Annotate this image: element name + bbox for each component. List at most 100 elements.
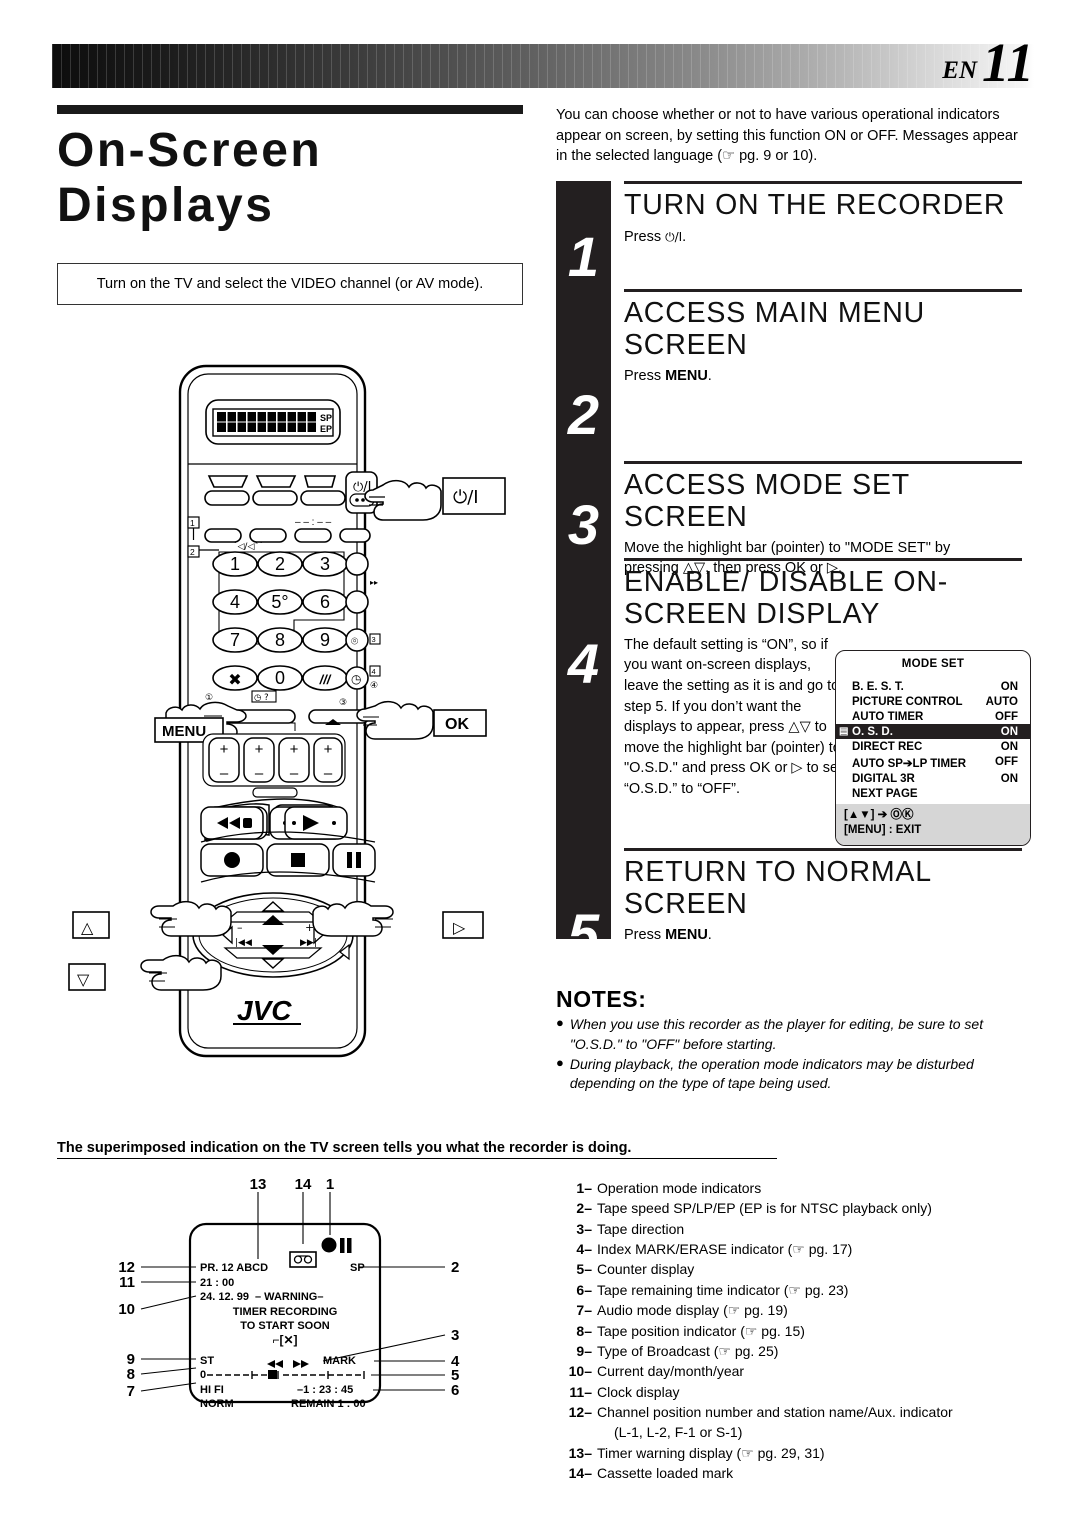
legend-number: 7– (576, 1302, 592, 1319)
mode-set-row-value: OFF (995, 755, 1018, 768)
osd-audio: HI FI (200, 1384, 224, 1396)
step-4: 4 ENABLE/ DISABLE ON-SCREEN DISPLAY The … (556, 558, 1034, 848)
osd-callout-10: 10 (118, 1301, 135, 1318)
notes-section: NOTES: ● When you use this recorder as t… (556, 986, 1034, 1093)
legend-number: 3– (576, 1220, 592, 1237)
legend-text: Timer warning display (☞ pg. 29, 31) (597, 1444, 825, 1461)
svg-text:+: + (255, 741, 264, 758)
step-3-number: 3 (567, 493, 600, 557)
svg-text:③: ③ (339, 698, 347, 708)
legend-number: 12– (568, 1403, 592, 1420)
mode-set-row-label: O. S. D. (852, 725, 893, 738)
step-5: 5 RETURN TO NORMAL SCREEN Press MENU. (556, 848, 1034, 968)
mode-set-row[interactable]: PICTURE CONTROL AUTO (836, 694, 1030, 709)
legend-text: Tape direction (597, 1220, 685, 1237)
callout-right-label: ▷ (453, 918, 466, 937)
left-column: On-Screen Displays Turn on the TV and se… (57, 105, 527, 306)
legend-text: Type of Broadcast (☞ pg. 25) (597, 1342, 779, 1359)
step-1-body: Press ⏻/I. (624, 222, 1034, 248)
callout-ok-label: OK (445, 716, 469, 733)
mode-set-row[interactable]: AUTO SP➔LP TIMER OFF (836, 754, 1030, 771)
menu-key-label: MENU (665, 926, 708, 943)
mode-set-title: MODE SET (901, 658, 965, 671)
bullet-icon: ● (556, 1015, 564, 1031)
legend-number: 1– (576, 1180, 592, 1196)
legend-item: 1– Operation mode indicators (558, 1178, 1058, 1198)
legend-number: 10– (568, 1363, 592, 1380)
hand-pointer-down (140, 954, 222, 991)
legend-number: 11– (569, 1383, 592, 1400)
callout-down-label: ▽ (77, 970, 90, 989)
remote-speed-sp: SP (320, 413, 332, 423)
mode-set-row-value: ON (1000, 772, 1018, 785)
callout-power-label: ⏻/I (453, 487, 479, 508)
note-text: During playback, the operation mode indi… (569, 1055, 974, 1092)
notes-title: NOTES: (556, 986, 647, 1013)
osd-callout-11: 11 (119, 1274, 135, 1291)
legend-item: 14– Cassette loaded mark (558, 1463, 1058, 1483)
legend-number: 14– (568, 1465, 592, 1482)
mode-set-row-label: DIRECT REC (852, 740, 923, 753)
legend-item: 6– Tape remaining time indicator (☞ pg. 2… (558, 1280, 1058, 1300)
note-item: ● When you use this recorder as the play… (556, 1015, 1034, 1054)
mode-set-rows: B. E. S. T. ON PICTURE CONTROL AUTO AUTO… (836, 679, 1030, 804)
mode-set-footer-line1: [▲▼] ➔ ⓄⓀ (844, 809, 914, 822)
svg-text:✖: ✖ (228, 672, 241, 689)
page-title-line2: Displays (57, 178, 275, 232)
svg-text:6: 6 (320, 592, 330, 612)
intro-paragraph: You can choose whether or not to have va… (556, 107, 1018, 165)
legend-text: Tape remaining time indicator (☞ pg. 23) (597, 1281, 849, 1298)
mode-set-row-value: ON (1000, 680, 1018, 693)
mode-set-row-value: OFF (995, 710, 1018, 723)
bullet-icon: ● (556, 1054, 564, 1070)
legend-item: 9– Type of Broadcast (☞ pg. 25) (558, 1341, 1058, 1361)
legend-item-continuation: (L-1, L-2, F-1 or S-1) (558, 1422, 1058, 1442)
osd-mark: MARK (323, 1355, 356, 1367)
mode-set-footer: [▲▼] ➔ ⓄⓀ [MENU] : EXIT (836, 804, 1030, 845)
mode-set-row-selected[interactable]: ▤ O. S. D. ON (836, 724, 1030, 740)
language-code: EN (942, 57, 978, 84)
page-number: EN 11 (942, 34, 1034, 90)
svg-text:– – : – –: – – : – – (295, 517, 332, 528)
hand-pointer-right (312, 900, 394, 937)
pointer-icon: ▤ (839, 726, 849, 738)
legend-item: 13– Timer warning display (☞ pg. 29, 31) (558, 1443, 1058, 1463)
step-2-body-post: . (707, 367, 712, 384)
svg-text:▶▶|: ▶▶| (300, 938, 317, 948)
mode-set-row[interactable]: DIGITAL 3R ON (836, 771, 1030, 786)
mode-set-row-label: B. E. S. T. (852, 680, 904, 693)
legend-text: Tape position indicator (☞ pg. 15) (597, 1322, 805, 1339)
remote-control-illustration: SP EP ⏻/I ⏻/I 1 – – : – – 2 ˙◁/◁˟˙ 1 2 3… (57, 360, 527, 1065)
svg-text:◷ ?: ◷ ? (254, 693, 269, 703)
bottom-caption: The superimposed indication on the TV sc… (57, 1140, 777, 1159)
osd-callout-1: 1 (326, 1178, 334, 1193)
svg-text:2: 2 (275, 554, 285, 574)
transport-pause (332, 843, 376, 877)
osd-channel-line: PR. 12 ABCD (200, 1262, 268, 1274)
step-1-number: 1 (567, 225, 600, 289)
mode-set-row[interactable]: DIRECT REC ON (836, 739, 1030, 754)
step-2-number: 2 (567, 383, 600, 447)
svg-text:7: 7 (230, 630, 240, 650)
mode-set-row-label: NEXT PAGE (852, 787, 918, 800)
mode-set-row-label: DIGITAL 3R (852, 772, 915, 785)
osd-legend-list: 1– Operation mode indicators 2– Tape speed… (558, 1178, 1058, 1483)
svg-text:+: + (290, 741, 299, 758)
osd-remain: REMAIN 1 : 00 (291, 1398, 366, 1410)
preparation-box: Turn on the TV and select the VIDEO chan… (57, 263, 523, 306)
mode-set-row[interactable]: NEXT PAGE (836, 786, 1030, 801)
step-2-heading: ACCESS MAIN MENU SCREEN (624, 297, 926, 361)
step-1-heading: TURN ON THE RECORDER (624, 189, 1006, 222)
svg-text:5°: 5° (271, 592, 288, 612)
svg-text:▸▸: ▸▸ (370, 578, 378, 587)
mode-set-row[interactable]: B. E. S. T. ON (836, 679, 1030, 694)
osd-counter: –1 : 23 : 45 (297, 1384, 353, 1396)
mode-set-row-label: AUTO SP➔LP TIMER (852, 757, 967, 770)
legend-item: 2– Tape speed SP/LP/EP (EP is for NTSC pl… (558, 1198, 1058, 1218)
svg-text:|◀◀: |◀◀ (235, 938, 252, 948)
mode-set-row-label: PICTURE CONTROL (852, 695, 963, 708)
mode-set-row[interactable]: AUTO TIMER OFF (836, 709, 1030, 724)
osd-callout-2: 2 (451, 1259, 459, 1276)
step-4-number: 4 (567, 632, 600, 696)
legend-text: Counter display (597, 1261, 695, 1278)
